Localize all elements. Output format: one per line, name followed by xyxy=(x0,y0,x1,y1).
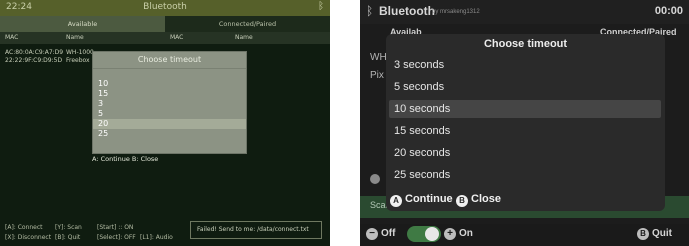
timeout-option[interactable]: 10 xyxy=(93,79,246,89)
right-timeout-dialog: Choose timeout 3 seconds 5 seconds 10 se… xyxy=(386,34,665,211)
timeout-option[interactable]: 15 xyxy=(93,89,246,99)
close-button[interactable]: Close xyxy=(471,193,501,205)
timeout-option[interactable]: 3 xyxy=(93,99,246,109)
off-label: Off xyxy=(381,228,396,239)
timeout-option[interactable]: 5 xyxy=(93,109,246,119)
timeout-option[interactable]: 15 seconds xyxy=(389,122,661,140)
status-message: Failed! Send to me: /data/connect.txt xyxy=(190,221,322,239)
hint-quit: [B]: Quit xyxy=(55,234,81,241)
toggle-knob xyxy=(425,227,439,241)
hint-disconnect: [X]: Disconnect xyxy=(5,234,52,241)
column-name-connected: Name xyxy=(235,34,253,41)
bluetooth-icon: ᛒ xyxy=(366,4,374,18)
right-clock: 00:00 xyxy=(654,5,683,17)
left-bluetooth-screen: 22:24 Bluetooth ᛒ Available Connected/Pa… xyxy=(0,0,330,246)
device-mac: AC:80:0A:C9:A7:D9 xyxy=(5,49,64,56)
left-header: 22:24 Bluetooth ᛒ xyxy=(0,0,330,16)
column-mac: MAC xyxy=(5,34,19,41)
b-button-icon[interactable]: B xyxy=(456,195,468,207)
device-name-partial[interactable]: Pix xyxy=(370,70,384,81)
hint-audio: [L1]: Audio xyxy=(140,234,173,241)
timeout-option[interactable]: 5 seconds xyxy=(389,78,661,96)
timeout-option[interactable]: 20 seconds xyxy=(389,144,661,162)
button-hint-icon xyxy=(370,174,380,184)
timeout-option-selected[interactable]: 20 xyxy=(93,119,246,129)
dialog-key-hint: A: Continue B: Close xyxy=(92,155,159,163)
right-app-title: Bluetooth xyxy=(379,4,435,18)
right-header: ᛒ Bluetooth by mrsakeng1312 00:00 xyxy=(360,0,689,24)
timeout-option[interactable]: 3 seconds xyxy=(389,56,661,74)
left-timeout-dialog: Choose timeout 10 15 3 5 20 25 xyxy=(92,51,247,154)
timeout-option[interactable]: 25 seconds xyxy=(389,166,661,184)
continue-button[interactable]: Continue xyxy=(405,193,453,205)
timeout-option-selected[interactable]: 10 seconds xyxy=(389,100,661,118)
left-tabs: Available Connected/Paired xyxy=(0,16,330,32)
device-name-partial[interactable]: WH xyxy=(370,52,387,63)
left-app-title: Bluetooth xyxy=(143,2,187,12)
quit-label: Quit xyxy=(652,228,672,239)
minus-icon[interactable]: − xyxy=(366,228,378,240)
dialog-title: Choose timeout xyxy=(137,55,202,64)
a-button-icon[interactable]: A xyxy=(390,195,402,207)
hint-connect: [A]: Connect xyxy=(5,224,43,231)
dialog-title: Choose timeout xyxy=(483,38,568,50)
right-bluetooth-screen: ᛒ Bluetooth by mrsakeng1312 00:00 Availa… xyxy=(360,0,689,246)
plus-icon[interactable]: + xyxy=(444,228,456,240)
hint-start: [Start] :: ON xyxy=(97,224,134,231)
timeout-option[interactable]: 25 xyxy=(93,129,246,139)
tab-available[interactable]: Available xyxy=(0,16,165,32)
device-mac: 22:22:9F:C9:D9:5D xyxy=(5,57,63,64)
on-label: On xyxy=(459,228,473,239)
hint-scan: [Y]: Scan xyxy=(55,224,82,231)
tab-connected-paired[interactable]: Connected/Paired xyxy=(165,16,330,32)
app-author: by mrsakeng1312 xyxy=(432,9,480,15)
b-button-icon[interactable]: B xyxy=(637,228,649,240)
bluetooth-icon: ᛒ xyxy=(318,1,324,12)
column-mac-connected: MAC xyxy=(170,34,184,41)
left-column-headers: MAC Name MAC Name xyxy=(0,32,330,44)
column-name: Name xyxy=(66,34,84,41)
dialog-divider xyxy=(93,68,246,69)
hint-select: [Select]: OFF xyxy=(97,234,136,241)
